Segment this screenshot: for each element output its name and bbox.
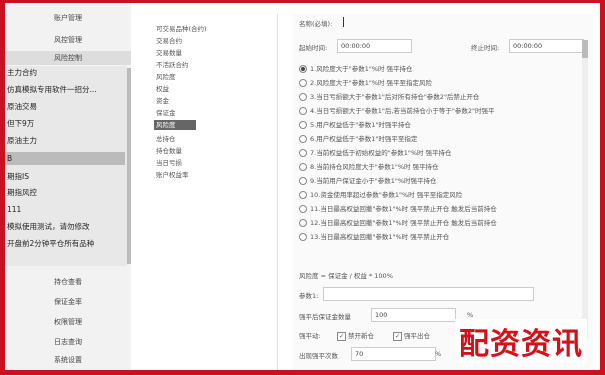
bottom-border bbox=[0, 370, 605, 375]
radio-icon[interactable] bbox=[299, 177, 307, 185]
ratio-input[interactable]: 70 bbox=[351, 347, 436, 361]
radio-icon[interactable] bbox=[299, 163, 307, 171]
rule-radio-8[interactable]: 8.当前持仓风险度大于"参数1"%时 强平持仓 bbox=[299, 162, 439, 173]
formula-text: 风险度 = 保证金 / 权益 * 100% bbox=[299, 272, 393, 280]
radio-icon[interactable] bbox=[299, 65, 307, 73]
check-open-block[interactable]: ✓ 禁开新仓 bbox=[337, 330, 374, 341]
force-percent: % bbox=[467, 311, 474, 319]
start-time-input[interactable]: 00:00:00 bbox=[337, 39, 412, 53]
radio-icon[interactable] bbox=[299, 121, 307, 129]
form-scrollbar[interactable] bbox=[582, 40, 588, 340]
tree-item[interactable]: 账户权益率 bbox=[156, 170, 189, 180]
list-item[interactable]: 模拟使用测试，请勿修改 bbox=[7, 220, 90, 233]
list-item[interactable]: 期指IS bbox=[7, 170, 29, 183]
radio-icon[interactable] bbox=[299, 135, 307, 143]
tree-item[interactable]: 风险度 bbox=[154, 120, 196, 130]
nav-item-positions[interactable]: 持仓查看 bbox=[5, 275, 131, 289]
tree-item[interactable]: 交易数量 bbox=[156, 48, 182, 58]
start-time-label: 起始时间: bbox=[299, 44, 328, 52]
check-force-close[interactable]: ✓ 强平出仓 bbox=[393, 330, 430, 341]
checkbox-icon[interactable]: ✓ bbox=[337, 331, 346, 341]
radio-icon[interactable] bbox=[299, 233, 307, 241]
rule-tree: 可交易品种(合约) 交易合约 交易数量 不活跃合约 风险度 权益 资金 保证金 … bbox=[140, 14, 278, 370]
tree-item[interactable]: 风险度 bbox=[156, 72, 176, 82]
tree-item[interactable]: 不活跃合约 bbox=[156, 60, 189, 70]
rule-radio-13[interactable]: 13.当日最高权益回撤"参数1"%时 强平禁止开仓 bbox=[299, 232, 449, 243]
name-label: 名称(必填): bbox=[299, 20, 333, 28]
ratio-percent: % bbox=[435, 350, 442, 358]
rule-radio-5[interactable]: 5.用户权益低于"参数1"时强平持仓 bbox=[299, 120, 411, 131]
list-item[interactable]: B bbox=[5, 152, 125, 165]
force-input[interactable]: 100 bbox=[371, 308, 456, 322]
ratio-label: 出现强平次数 bbox=[299, 352, 338, 360]
radio-icon[interactable] bbox=[299, 107, 307, 115]
nav-item-margin[interactable]: 保证金率 bbox=[5, 295, 131, 309]
list-item[interactable]: 仿真模拟专用软件一招分... bbox=[7, 83, 97, 96]
list-item[interactable]: 主力合约 bbox=[7, 66, 37, 79]
rule-radio-9[interactable]: 9.当前用户保证金小于"参数1"%时强平持仓 bbox=[299, 176, 437, 187]
radio-icon[interactable] bbox=[299, 219, 307, 227]
end-time-label: 终止时间: bbox=[471, 44, 500, 52]
param1-input[interactable] bbox=[323, 287, 534, 301]
list-item[interactable]: 111 bbox=[7, 203, 21, 216]
list-scrollbar[interactable] bbox=[127, 68, 131, 264]
rule-radio-4[interactable]: 4.当日亏损额大于"参数1"后,若当前持仓小于等于"参数2"时强平 bbox=[299, 106, 495, 117]
tree-item[interactable]: 交易合约 bbox=[156, 36, 182, 46]
rule-radio-6[interactable]: 6.用户权益低于"参数1"时强平至指定 bbox=[299, 134, 417, 145]
nav-item-settings[interactable]: 系统设置 bbox=[5, 353, 131, 367]
rule-radio-7[interactable]: 7.当前权益低于初始权益的"参数1"%时 强平持仓 bbox=[299, 148, 452, 159]
tree-item[interactable]: 持仓数量 bbox=[156, 146, 182, 156]
rule-radio-12[interactable]: 12.当日最高权益回撤"参数1"%时 强平禁止开仓 触发后当前持仓 bbox=[299, 218, 497, 229]
nav-item-account[interactable]: 账户管理 bbox=[5, 11, 131, 25]
list-item[interactable]: 期指风控 bbox=[7, 186, 37, 199]
nav-item-risk-control[interactable]: 风险控制 bbox=[5, 51, 131, 65]
tree-item[interactable]: 可交易品种(合约) bbox=[156, 24, 207, 34]
list-item[interactable]: 原油主力 bbox=[7, 134, 37, 147]
radio-icon[interactable] bbox=[299, 191, 307, 199]
nav-item-permissions[interactable]: 权限管理 bbox=[5, 315, 131, 329]
tree-item[interactable]: 权益 bbox=[156, 84, 169, 94]
rule-radio-2[interactable]: 2.风险度大于"参数1"%时 强平至指定风险 bbox=[299, 78, 432, 89]
radio-icon[interactable] bbox=[299, 205, 307, 213]
list-item[interactable]: 开盘前2分钟平仓所有品种 bbox=[7, 237, 94, 250]
checkbox-icon[interactable]: ✓ bbox=[393, 331, 402, 341]
rule-form: 名称(必填): 起始时间: 00:00:00 终止时间: 00:00:00 1.… bbox=[293, 14, 593, 370]
radio-icon[interactable] bbox=[299, 79, 307, 87]
force-label: 强平后保证金数量 bbox=[299, 313, 351, 321]
tree-item[interactable]: 资金 bbox=[156, 96, 169, 106]
strategy-list: 主力合约 仿真模拟专用软件一招分... 原油交易 但下9万 原油主力 B 期指I… bbox=[5, 66, 131, 266]
action-label: 强平动: bbox=[299, 332, 321, 340]
nav-item-risk-manage[interactable]: 风控管理 bbox=[5, 33, 131, 47]
form-scrollbar-thumb[interactable] bbox=[582, 40, 588, 58]
right-border bbox=[600, 0, 605, 375]
rule-radio-11[interactable]: 11.当日最高权益回撤"参数1"%时 强平禁止开仓 触发后当前持仓 bbox=[299, 204, 497, 215]
param1-label: 参数1: bbox=[299, 292, 319, 300]
watermark-text: 配资资讯 bbox=[455, 319, 587, 363]
name-cursor bbox=[343, 17, 344, 27]
rule-radio-1[interactable]: 1.风险度大于"参数1"%时 强平持仓 bbox=[299, 64, 413, 75]
tree-item[interactable]: 总持仓 bbox=[156, 134, 176, 144]
list-item[interactable]: 但下9万 bbox=[7, 117, 34, 130]
rule-radio-3[interactable]: 3.当日亏损额大于"参数1"后对所有持仓"参数2"后禁止开仓 bbox=[299, 92, 479, 103]
list-item[interactable]: 原油交易 bbox=[7, 100, 37, 113]
rule-radio-10[interactable]: 10.资金使用率超过参数"参数1"%时 强平至指定风险 bbox=[299, 190, 462, 201]
end-time-input[interactable]: 00:00:00 bbox=[509, 39, 584, 53]
radio-icon[interactable] bbox=[299, 93, 307, 101]
nav-item-logs[interactable]: 日志查询 bbox=[5, 335, 131, 349]
radio-icon[interactable] bbox=[299, 149, 307, 157]
tree-item[interactable]: 当日亏损 bbox=[156, 158, 182, 168]
tree-item[interactable]: 保证金 bbox=[156, 108, 176, 118]
